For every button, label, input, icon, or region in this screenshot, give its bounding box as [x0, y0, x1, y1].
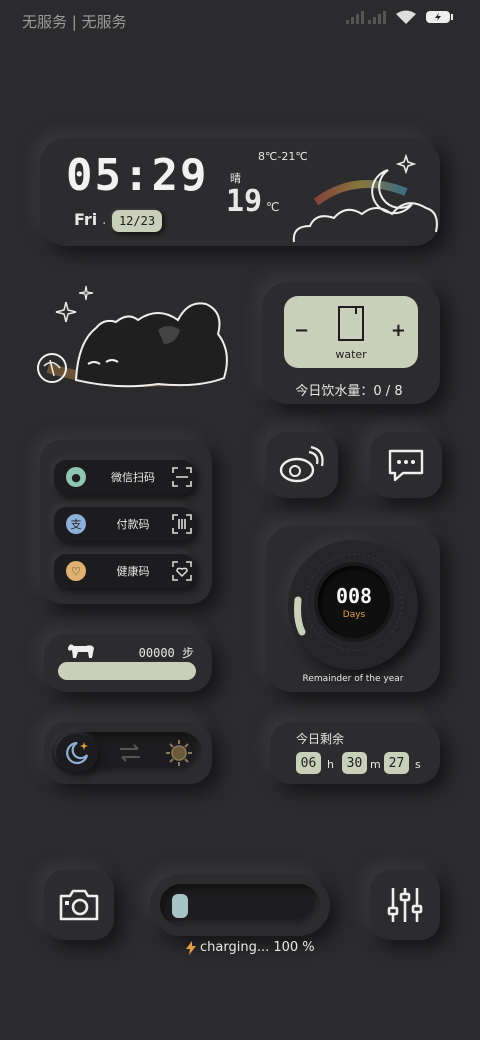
chat-bubble-icon	[388, 449, 424, 482]
battery-icon	[426, 11, 453, 23]
lightning-icon	[186, 940, 196, 955]
water-plus-button[interactable]: +	[391, 320, 406, 341]
moon-clouds-illustration	[292, 153, 438, 243]
water-panel: − + water	[284, 296, 418, 368]
camera-button[interactable]	[44, 870, 114, 940]
days-dial: 008 Days	[318, 566, 390, 638]
clock-weather-widget[interactable]: 05:29 Fri . 12/23 8℃-21℃ 晴 19 ℃	[40, 138, 440, 246]
date-separator: .	[102, 212, 107, 228]
payment-code-label: 付款码	[116, 518, 150, 531]
steps-widget: 00000 步	[44, 634, 212, 692]
barcode-icon	[172, 514, 192, 534]
clock-time: 05:29	[66, 150, 209, 201]
theme-toggle-widget	[44, 722, 212, 784]
carrier-text: 无服务 | 无服务	[22, 13, 127, 31]
countdown-hours-unit: h	[327, 758, 334, 771]
scan-icon	[172, 467, 192, 487]
charging-text: charging... 100 %	[200, 940, 315, 955]
countdown-minutes-unit: m	[370, 758, 381, 771]
wechat-scan-label: 微信扫码	[111, 471, 155, 484]
weekday-label: Fri	[74, 210, 98, 229]
days-caption: Remainder of the year	[302, 674, 404, 684]
moon-icon	[66, 741, 89, 765]
steps-count: 00000 步	[138, 646, 194, 660]
alipay-icon: 支	[66, 514, 86, 534]
messages-button[interactable]	[370, 432, 442, 498]
countdown-seconds: 27	[384, 752, 409, 774]
year-remainder-widget: 008 Days Remainder of the year	[266, 526, 440, 692]
sleeping-cat-illustration	[37, 285, 228, 388]
health-code-label: 健康码	[116, 565, 150, 578]
countdown-title: 今日剩余	[296, 732, 345, 746]
charging-status: charging... 100 %	[186, 940, 315, 955]
weibo-icon	[279, 446, 324, 483]
days-ring: 008 Days	[288, 540, 418, 670]
scan-shortcuts-widget: ● 微信扫码 支 付款码 ♡ 健康码	[40, 440, 212, 604]
theme-toggle-knob[interactable]	[56, 734, 98, 772]
swap-arrows-icon	[120, 744, 140, 762]
days-unit: Days	[342, 610, 366, 620]
current-temperature: 19	[226, 184, 263, 219]
wifi-icon	[396, 10, 416, 24]
battery-fill	[172, 894, 188, 918]
health-icon: ♡	[66, 561, 86, 581]
days-value: 008	[335, 584, 373, 608]
payment-code-button[interactable]: 支 付款码	[54, 507, 194, 541]
settings-button[interactable]	[370, 870, 440, 940]
date-badge: 12/23	[112, 210, 162, 232]
cup-icon	[338, 306, 364, 341]
water-intake-label: 今日饮水量：0 / 8	[295, 384, 403, 399]
status-icons	[346, 10, 454, 24]
wechat-scan-button[interactable]: ● 微信扫码	[54, 460, 194, 494]
day-countdown-widget: 今日剩余 06 h 30 m 27 s	[270, 722, 440, 784]
water-minus-button[interactable]: −	[294, 320, 309, 341]
health-code-button[interactable]: ♡ 健康码	[54, 554, 194, 588]
water-label: water	[335, 348, 367, 361]
countdown-minutes: 30	[342, 752, 367, 774]
countdown-hours: 06	[296, 752, 321, 774]
steps-progress-bar	[58, 662, 196, 680]
battery-widget	[150, 874, 330, 936]
wechat-icon: ●	[66, 467, 86, 487]
status-bar: 无服务 | 无服务	[0, 0, 480, 40]
sliders-icon	[387, 888, 423, 922]
heart-scan-icon	[172, 561, 192, 581]
theme-toggle-track[interactable]	[52, 732, 202, 774]
countdown-seconds-unit: s	[415, 758, 421, 771]
signal-icon	[346, 11, 386, 24]
sun-icon	[166, 740, 192, 766]
camera-icon	[59, 889, 99, 921]
cat-walking-icon	[68, 644, 94, 658]
weibo-button[interactable]	[266, 432, 338, 498]
battery-track	[160, 884, 320, 926]
